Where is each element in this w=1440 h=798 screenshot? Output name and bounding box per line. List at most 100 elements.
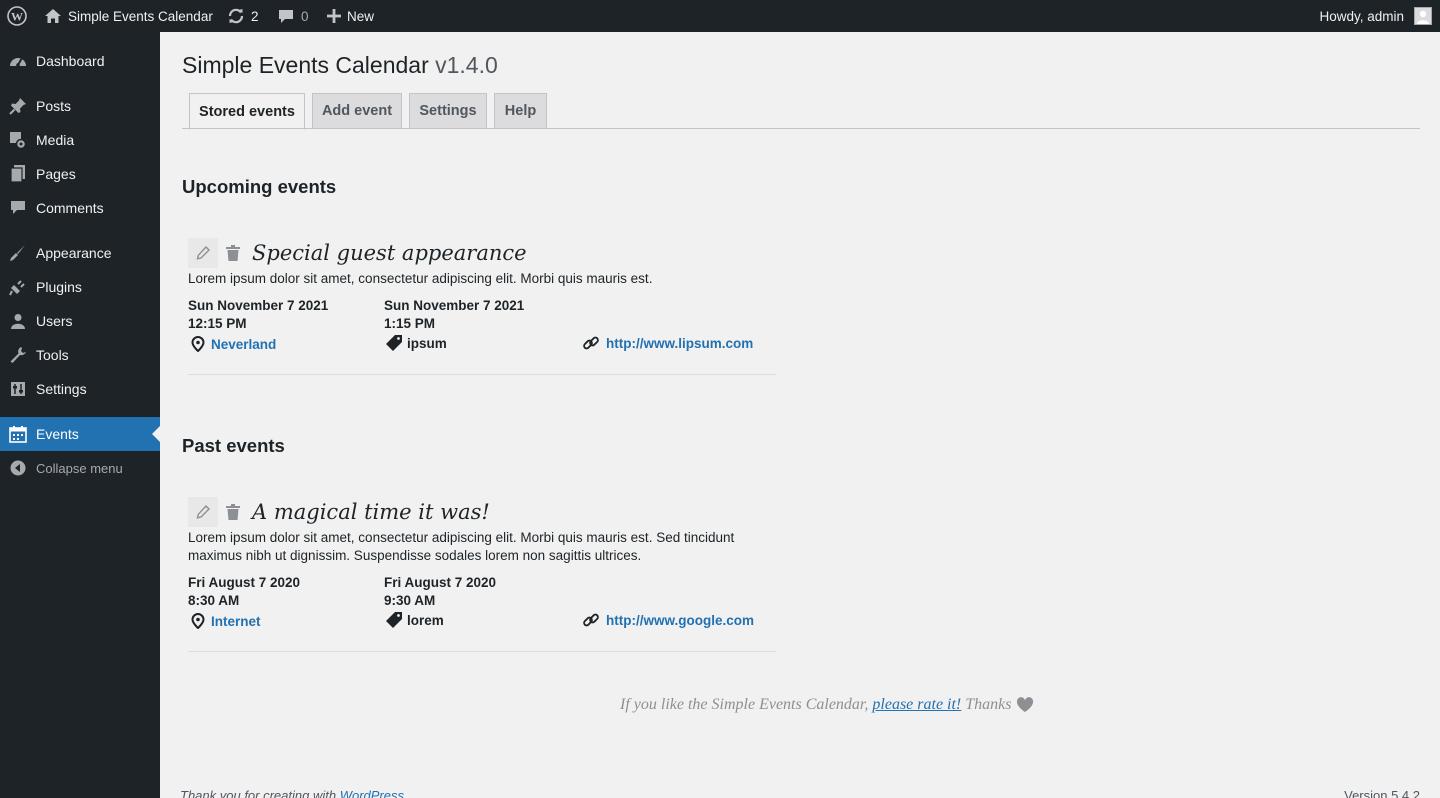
delete-button[interactable] (218, 497, 248, 527)
dashboard-icon (8, 52, 28, 70)
sidebar-item-dashboard[interactable]: Dashboard (0, 44, 160, 78)
sidebar-item-comments[interactable]: Comments (0, 191, 160, 225)
sidebar-item-label: Users (36, 313, 73, 329)
rate-link[interactable]: please rate it! (872, 696, 961, 714)
home-icon (45, 9, 61, 23)
event-end: Sun November 7 2021 1:15 PM (384, 297, 524, 333)
comment-bubble-icon (279, 9, 293, 23)
wordpress-logo-icon[interactable]: W (7, 0, 27, 32)
my-account-link[interactable]: Howdy, admin (1319, 0, 1432, 32)
svg-text:W: W (11, 10, 23, 24)
event-item: Special guest appearance Lorem ipsum dol… (188, 238, 776, 375)
pencil-icon (196, 505, 210, 519)
edit-button[interactable] (188, 497, 218, 527)
event-actions (188, 497, 250, 527)
edit-button[interactable] (188, 238, 218, 268)
sidebar-item-posts[interactable]: Posts (0, 89, 160, 123)
delete-button[interactable] (218, 238, 248, 268)
wordpress-link[interactable]: WordPress (340, 788, 404, 798)
sidebar-item-label: Events (36, 426, 79, 442)
comment-icon (8, 199, 28, 217)
link-icon (583, 613, 599, 627)
event-url: http://www.lipsum.com (582, 334, 753, 371)
sidebar-item-appearance[interactable]: Appearance (0, 236, 160, 270)
location-pin-icon (191, 613, 205, 629)
sidebar-item-label: Posts (36, 98, 72, 114)
plugin-name: Simple Events Calendar (182, 52, 429, 78)
rate-prefix: If you like the Simple Events Calendar, (620, 696, 869, 713)
refresh-icon (228, 8, 244, 24)
event-url-link[interactable]: http://www.lipsum.com (606, 336, 753, 351)
tab-add-event[interactable]: Add event (312, 93, 402, 129)
event-title: Special guest appearance (252, 241, 527, 265)
tab-settings[interactable]: Settings (409, 93, 487, 129)
event-title: A magical time it was! (252, 500, 490, 524)
tag-icon (386, 335, 402, 351)
event-url: http://www.google.com (582, 611, 754, 648)
past-events-heading: Past events (182, 435, 285, 456)
sidebar-item-settings[interactable]: Settings (0, 372, 160, 406)
plugin-version: v1.4.0 (435, 52, 498, 78)
event-location: Neverland (191, 336, 276, 371)
location-pin-icon (191, 336, 205, 352)
event-start: Fri August 7 2020 8:30 AM (188, 574, 300, 610)
rate-suffix: Thanks (965, 696, 1012, 713)
user-icon (8, 312, 28, 330)
start-date: Sun November 7 2021 (188, 298, 329, 313)
tab-help[interactable]: Help (494, 93, 547, 129)
collapse-menu-label: Collapse menu (36, 460, 123, 476)
tab-stored-events[interactable]: Stored events (189, 93, 305, 130)
comments-count: 0 (301, 8, 309, 24)
link-icon (583, 336, 599, 350)
end-time: 1:15 PM (384, 316, 436, 331)
sidebar-item-users[interactable]: Users (0, 304, 160, 338)
sidebar-item-media[interactable]: Media (0, 123, 160, 157)
sliders-icon (8, 380, 28, 398)
sidebar-item-label: Tools (36, 347, 69, 363)
footer-thanks: Thank you for creating with WordPress (180, 788, 404, 798)
sidebar-item-label: Comments (36, 200, 104, 216)
admin-bar: W Simple Events Calendar 2 0 New Howdy, … (0, 0, 1440, 32)
footer-thanks-text: Thank you for creating with (180, 788, 337, 798)
media-icon (8, 131, 28, 149)
end-date: Sun November 7 2021 (384, 298, 525, 313)
sidebar-item-label: Media (36, 132, 75, 148)
event-description: Lorem ipsum dolor sit amet, consectetur … (188, 530, 735, 563)
sidebar-item-label: Plugins (36, 279, 82, 295)
start-time: 12:15 PM (188, 316, 247, 331)
end-time: 9:30 AM (384, 593, 436, 608)
event-description: Lorem ipsum dolor sit amet, consectetur … (188, 271, 653, 286)
wrench-icon (8, 346, 28, 364)
upcoming-events-heading: Upcoming events (182, 176, 337, 197)
site-name: Simple Events Calendar (68, 8, 213, 24)
event-item: A magical time it was! Lorem ipsum dolor… (188, 497, 776, 652)
event-end: Fri August 7 2020 9:30 AM (384, 574, 496, 610)
updates-link[interactable]: 2 (227, 0, 259, 32)
pages-icon (8, 165, 28, 183)
plug-icon (8, 278, 28, 296)
avatar (1414, 7, 1432, 25)
greeting: Howdy, admin (1319, 8, 1404, 24)
pencil-icon (196, 246, 210, 260)
collapse-menu-button[interactable]: Collapse menu (0, 451, 160, 485)
updates-count: 2 (251, 8, 259, 24)
location-link[interactable]: Internet (211, 614, 261, 629)
sidebar-item-pages[interactable]: Pages (0, 157, 160, 191)
event-category: ipsum (385, 334, 447, 371)
new-label: New (347, 8, 375, 24)
location-link[interactable]: Neverland (211, 337, 276, 352)
brush-icon (8, 244, 28, 262)
site-name-link[interactable]: Simple Events Calendar (44, 0, 213, 32)
category-label: ipsum (407, 335, 447, 351)
sidebar-item-plugins[interactable]: Plugins (0, 270, 160, 304)
sidebar-item-events[interactable]: Events (0, 417, 160, 451)
comments-link[interactable]: 0 (277, 0, 309, 32)
tag-icon (386, 612, 402, 628)
new-content-link[interactable]: New (327, 0, 374, 32)
event-url-link[interactable]: http://www.google.com (606, 613, 754, 628)
sidebar-item-label: Settings (36, 381, 87, 397)
collapse-arrow-icon (8, 459, 28, 477)
start-time: 8:30 AM (188, 593, 240, 608)
admin-sidebar: Dashboard Posts Media Pages Comments App… (0, 32, 160, 798)
sidebar-item-tools[interactable]: Tools (0, 338, 160, 372)
